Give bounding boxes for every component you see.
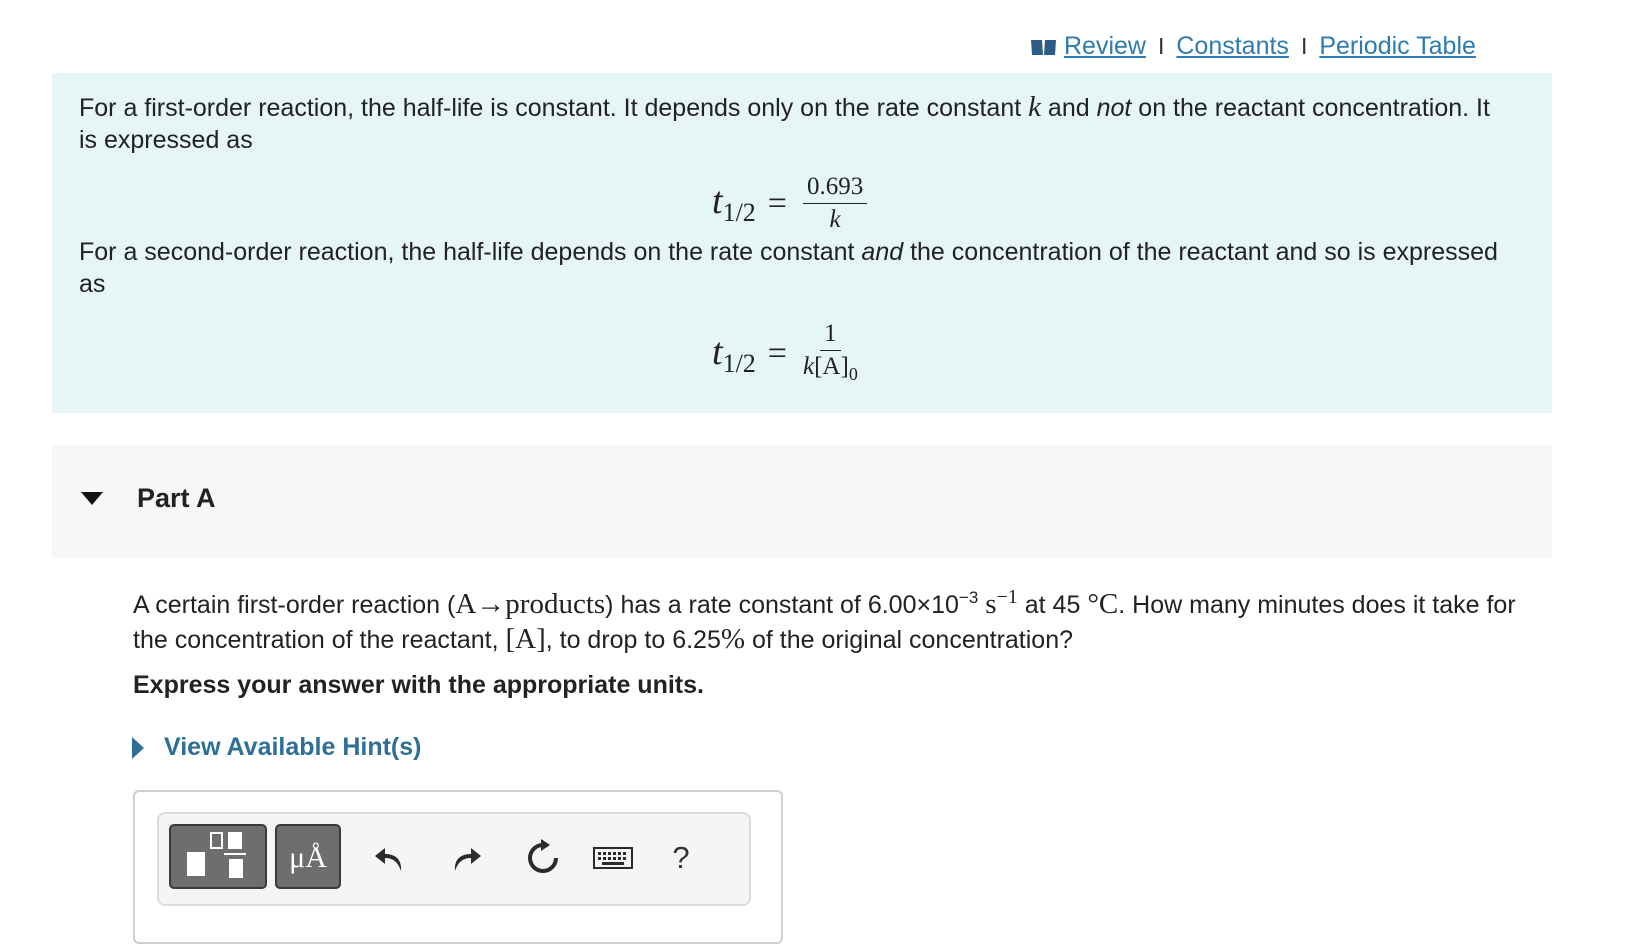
redo-icon[interactable] bbox=[445, 836, 489, 880]
first-order-half-life-formula: t1/2 = 0.693 k bbox=[712, 173, 868, 234]
units-label: μÅ bbox=[289, 841, 327, 874]
units-button[interactable]: μÅ bbox=[275, 824, 341, 889]
link-separator: I bbox=[1300, 33, 1308, 59]
constants-link[interactable]: Constants bbox=[1176, 32, 1289, 61]
answer-instruction: Express your answer with the appropriate… bbox=[133, 671, 704, 699]
part-a-header[interactable]: Part A bbox=[52, 445, 1552, 558]
book-icon bbox=[1030, 37, 1058, 57]
reset-icon[interactable] bbox=[521, 836, 565, 880]
hints-label: View Available Hint(s) bbox=[164, 733, 422, 761]
rate-constant-symbol: k bbox=[1028, 91, 1041, 123]
templates-icon bbox=[187, 832, 246, 878]
second-order-half-life-formula: t1/2 = 1 k[A]0 bbox=[712, 320, 858, 384]
intro-paragraph-first-order: For a first-order reaction, the half-lif… bbox=[79, 91, 1490, 154]
math-toolbar: μÅ ? bbox=[157, 812, 751, 906]
templates-button[interactable] bbox=[169, 824, 267, 889]
review-link[interactable]: Review bbox=[1064, 32, 1146, 61]
intro-paragraph-second-order: For a second-order reaction, the half-li… bbox=[79, 238, 1498, 298]
help-button[interactable]: ? bbox=[659, 836, 703, 880]
intro-panel: For a first-order reaction, the half-lif… bbox=[52, 73, 1552, 413]
top-links: Review I Constants I Periodic Table bbox=[1030, 32, 1476, 61]
undo-icon[interactable] bbox=[371, 836, 415, 880]
part-title: Part A bbox=[137, 483, 216, 513]
view-hints-toggle[interactable]: View Available Hint(s) bbox=[132, 733, 421, 762]
question-text: A certain first-order reaction (A→produc… bbox=[133, 586, 1516, 655]
expand-caret-icon bbox=[132, 736, 144, 759]
link-separator: I bbox=[1157, 33, 1165, 59]
collapse-caret-icon[interactable] bbox=[81, 492, 103, 505]
keyboard-icon[interactable] bbox=[591, 836, 635, 880]
periodic-table-link[interactable]: Periodic Table bbox=[1319, 32, 1476, 61]
answer-box: μÅ ? bbox=[133, 790, 783, 944]
